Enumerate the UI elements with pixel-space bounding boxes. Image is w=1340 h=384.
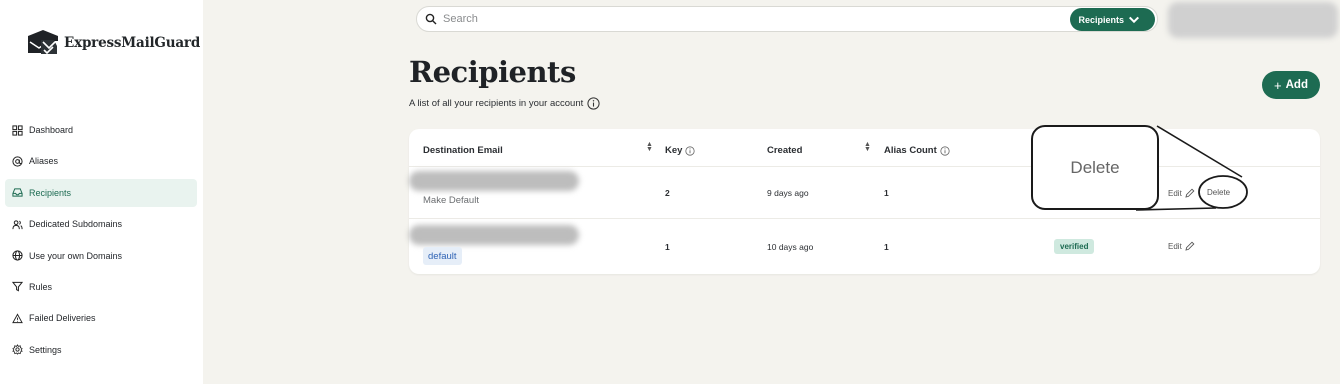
inbox-icon [12,188,23,197]
dashboard-icon [12,124,23,136]
add-recipient-button[interactable]: + Add [1262,71,1320,99]
created-date: 10 days ago [767,242,814,252]
pencil-icon [1185,241,1195,251]
gear-icon [12,344,23,355]
sidebar-item-label: Rules [29,281,53,292]
app-logo[interactable]: ExpressMailGuard [26,28,200,58]
globe-icon [12,250,23,261]
page-subtitle: A list of all your recipients in your ac… [409,97,600,110]
sidebar-item-dedicated-subdomains[interactable]: Dedicated Subdomains [5,210,197,238]
envelope-logo-icon [28,30,58,55]
sidebar-item-label: Dedicated Subdomains [29,219,123,230]
sort-icon[interactable]: ▲ ▼ [646,141,653,153]
sidebar-item-label: Failed Deliveries [29,313,96,324]
sidebar-item-recipients[interactable]: Recipients [5,178,197,207]
page-subtitle-text: A list of all your recipients in your ac… [409,98,584,109]
users-icon [12,220,23,229]
info-icon [685,145,696,156]
created-date: 9 days ago [767,188,809,198]
sidebar-item-dashboard[interactable]: Dashboard [5,116,197,144]
sidebar-item-settings[interactable]: Settings [5,336,197,364]
sidebar-item-label: Aliases [29,156,59,167]
default-badge: default [423,247,462,265]
search-scope-select[interactable]: Recipients [1070,8,1155,31]
sidebar-item-own-domains[interactable]: Use your own Domains [5,242,197,270]
email-redacted [409,171,579,191]
sidebar-item-label: Dashboard [29,125,74,135]
alias-count: 1 [884,242,889,252]
user-menu[interactable] [1168,2,1338,38]
search-icon [425,13,437,25]
sidebar: ExpressMailGuard Dashboard Aliases Recip… [0,0,203,384]
make-default-link[interactable]: Make Default [423,195,479,206]
alias-count: 1 [884,188,889,198]
callout-connector [1135,125,1248,211]
sidebar-item-label: Recipients [29,187,72,198]
warning-icon [12,313,23,323]
info-icon [940,145,950,156]
column-header-key[interactable]: Key [665,145,696,156]
search-bar: Recipients [416,6,1158,32]
sidebar-nav: Dashboard Aliases Recipients Dedicated S… [5,116,197,367]
filter-icon [12,282,23,292]
callout-label: Delete [1070,157,1120,177]
column-header-alias-count[interactable]: Alias Count [884,145,950,156]
at-icon [12,156,23,167]
app-name: ExpressMailGuard [64,35,201,51]
key-count: 2 [665,188,670,198]
add-button-label: Add [1285,79,1308,91]
chevron-down-icon [1128,16,1140,23]
column-header-destination-email[interactable]: Destination Email [423,145,503,156]
info-icon[interactable] [587,97,600,110]
sort-icon[interactable]: ▲ ▼ [864,141,871,153]
sidebar-item-label: Settings [29,344,62,355]
sidebar-item-aliases[interactable]: Aliases [5,147,197,175]
search-scope-label: Recipients [1078,14,1124,25]
sidebar-item-label: Use your own Domains [29,250,123,261]
sidebar-item-rules[interactable]: Rules [5,273,197,301]
search-input[interactable] [443,13,1003,25]
key-count: 1 [665,242,670,252]
email-redacted [409,225,579,245]
sidebar-item-failed-deliveries[interactable]: Failed Deliveries [5,304,197,332]
edit-button[interactable]: Edit [1168,241,1195,251]
status-badge: verified [1054,239,1095,254]
page-title: Recipients [409,55,576,89]
edit-label: Edit [1168,241,1182,251]
column-header-created[interactable]: Created [767,145,802,156]
plus-icon: + [1274,77,1282,93]
